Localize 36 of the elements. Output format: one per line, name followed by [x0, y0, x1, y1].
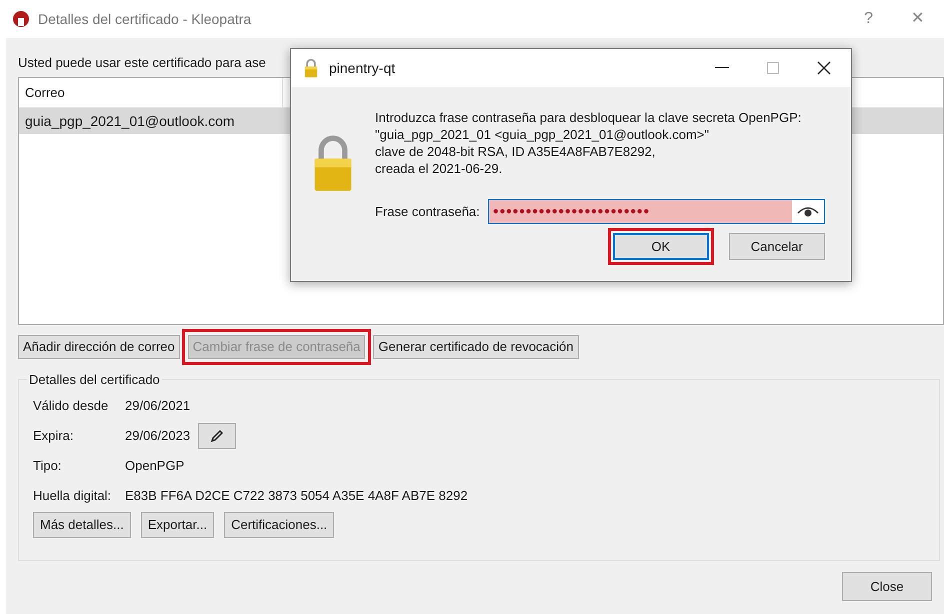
action-button[interactable]: Generar certificado de revocación: [373, 335, 579, 359]
field-value: OpenPGP: [125, 457, 184, 476]
field-label: Expira:: [33, 427, 74, 446]
passphrase-field[interactable]: ●●●●●●●●●●●●●●●●●●●●●●●●: [488, 199, 825, 224]
minimize-icon[interactable]: [715, 67, 729, 69]
field-label: Válido desde: [33, 397, 110, 416]
help-button[interactable]: ?: [864, 7, 873, 31]
padlock-icon: [303, 58, 319, 78]
details-button[interactable]: Más detalles...: [33, 512, 131, 538]
dialog-title: pinentry-qt: [329, 58, 396, 78]
field-value: E83B FF6A D2CE C722 3873 5054 A35E 4A8F AB7E 8292: [125, 487, 468, 506]
passphrase-value: ●●●●●●●●●●●●●●●●●●●●●●●●: [488, 200, 792, 223]
column-header[interactable]: Correo: [19, 78, 283, 107]
close-dialog-button[interactable]: Close: [842, 572, 932, 601]
app-logo-icon: [12, 10, 30, 28]
field-label: Huella digital:: [33, 487, 112, 506]
action-button[interactable]: Añadir dirección de correo: [18, 335, 180, 359]
dialog-message-line: "guia_pgp_2021_01 <guia_pgp_2021_01@outlook.com>": [375, 126, 710, 143]
passphrase-label: Frase contraseña:: [375, 202, 480, 221]
field-label: Tipo:: [33, 457, 62, 476]
dialog-button[interactable]: Cancelar: [728, 233, 825, 260]
pencil-icon: [210, 429, 224, 443]
intro-text: Usted puede usar este certificado para ase: [18, 54, 266, 72]
dialog-message-line: creada el 2021-06-29.: [375, 160, 504, 177]
dialog-button[interactable]: OK: [612, 233, 709, 260]
field-value: 29/06/2023: [125, 427, 190, 446]
details-button[interactable]: Exportar...: [140, 512, 214, 538]
close-button[interactable]: ✕: [911, 7, 924, 31]
close-icon[interactable]: [817, 61, 831, 75]
table-cell-text: guia_pgp_2021_01@outlook.com: [24, 112, 236, 131]
field-value: 29/06/2021: [125, 397, 190, 416]
edit-button[interactable]: [198, 423, 236, 449]
details-button[interactable]: Certificaciones...: [224, 512, 334, 538]
dialog-message-line: clave de 2048-bit RSA, ID A35E4A8FAB7E8292,: [375, 143, 656, 160]
window-title: Detalles del certificado - Kleopatra: [38, 10, 252, 29]
dialog-message-line: Introduzca frase contraseña para desbloquear la clave secreta OpenPGP:: [375, 109, 802, 126]
